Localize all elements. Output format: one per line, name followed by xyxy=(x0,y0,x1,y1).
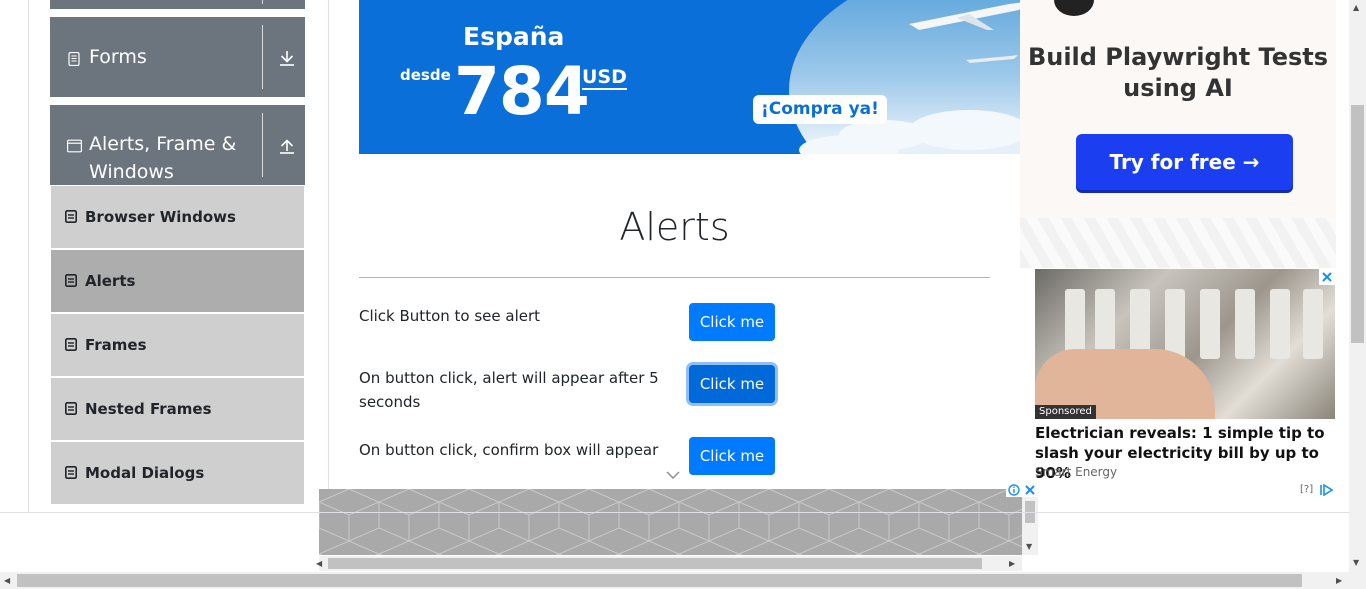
scroll-right-arrow-icon[interactable]: ▶ xyxy=(1336,576,1342,586)
bottom-sticky-ad[interactable] xyxy=(319,489,1022,555)
scroll-thumb[interactable] xyxy=(328,558,982,569)
cloud xyxy=(909,110,1020,150)
sidebar-group-alerts-frame-windows[interactable]: Alerts, Frame & Windows xyxy=(50,105,305,185)
banner-price: 784 xyxy=(454,53,590,130)
sidebar-item-modal-dialogs[interactable]: Modal Dialogs xyxy=(51,442,304,504)
banner-ad[interactable]: España desde 784 USD ¡Compra ya! xyxy=(359,0,1020,154)
right-ad[interactable]: Build Playwright Tests using AI Try for … xyxy=(1020,0,1336,512)
ad-info-link[interactable]: [?] xyxy=(1300,484,1313,495)
sidebar-divider xyxy=(328,0,329,512)
scroll-left-arrow-icon[interactable]: ◀ xyxy=(4,576,10,586)
breaker xyxy=(1235,289,1255,359)
upload-arrow-icon[interactable] xyxy=(278,137,296,155)
group-divider xyxy=(262,113,263,177)
page: Forms Alerts, Frame & Windows Browser Wi… xyxy=(0,0,1366,589)
ad-logo xyxy=(1054,0,1094,16)
group-label: Forms xyxy=(89,46,147,68)
timer-alert-row-text: On button click, alert will appear after… xyxy=(359,369,659,411)
list-icon xyxy=(65,274,77,287)
scroll-up-arrow-icon[interactable]: ▲ xyxy=(1353,3,1359,13)
breaker xyxy=(1165,289,1185,359)
banner-currency: USD xyxy=(582,66,627,90)
scroll-down-arrow-icon[interactable]: ▼ xyxy=(1353,558,1359,568)
breaker xyxy=(1303,289,1323,359)
sidebar-group-previous[interactable] xyxy=(50,0,305,9)
alert-button[interactable]: Click me xyxy=(689,303,775,341)
chevron-down-icon[interactable] xyxy=(666,470,680,480)
sidebar-item-label: Frames xyxy=(85,336,147,354)
window-icon xyxy=(67,139,82,153)
left-border xyxy=(28,0,29,512)
cube-pattern xyxy=(319,489,1022,555)
banner-destination: España xyxy=(463,22,565,51)
list-icon xyxy=(65,402,77,415)
try-for-free-button[interactable]: Try for free → xyxy=(1076,134,1293,190)
info-icon[interactable] xyxy=(1008,484,1020,496)
confirm-button[interactable]: Click me xyxy=(689,437,775,475)
close-icon[interactable] xyxy=(1319,269,1335,285)
scroll-left-arrow-icon[interactable]: ◀ xyxy=(316,559,322,569)
sidebar-item-frames[interactable]: Frames xyxy=(51,314,304,376)
sidebar-group-forms[interactable]: Forms xyxy=(50,17,305,97)
group-divider xyxy=(262,0,263,4)
ad-headline: Build Playwright Tests using AI xyxy=(1027,43,1329,102)
group-label: Alerts, Frame & Windows xyxy=(89,133,237,183)
list-icon xyxy=(65,338,77,351)
scroll-right-arrow-icon[interactable]: ▶ xyxy=(1009,559,1015,569)
scroll-thumb[interactable] xyxy=(17,574,1302,587)
bottom-ad-vertical-scrollbar[interactable]: ▼ xyxy=(1022,497,1038,555)
footer-border xyxy=(0,512,1366,513)
timer-alert-button[interactable]: Click me xyxy=(689,365,775,403)
ad-source: Smart Energy xyxy=(1035,465,1118,479)
sidebar-item-alerts[interactable]: Alerts xyxy=(51,250,304,312)
banner-desde: desde xyxy=(400,66,451,84)
download-arrow-icon[interactable] xyxy=(278,49,296,67)
playwright-ad[interactable]: Build Playwright Tests using AI Try for … xyxy=(1020,0,1336,218)
breaker xyxy=(1270,289,1290,359)
breaker xyxy=(1200,289,1220,359)
ad-pattern xyxy=(1020,218,1336,268)
adchoices-icon[interactable] xyxy=(1319,484,1333,496)
list-icon xyxy=(65,466,77,479)
bottom-ad-controls[interactable] xyxy=(1006,483,1038,497)
electrician-photo[interactable] xyxy=(1035,269,1335,419)
sidebar-item-browser-windows[interactable]: Browser Windows xyxy=(51,186,304,248)
sidebar-item-nested-frames[interactable]: Nested Frames xyxy=(51,378,304,440)
scroll-down-arrow-icon[interactable]: ▼ xyxy=(1026,542,1032,552)
document-icon xyxy=(68,52,80,66)
sidebar-item-label: Nested Frames xyxy=(85,400,212,418)
confirm-row-text: On button click, confirm box will appear xyxy=(359,441,659,459)
close-icon[interactable] xyxy=(1024,484,1036,496)
airplane-icon xyxy=(909,2,1020,30)
sponsored-badge: Sponsored xyxy=(1035,405,1096,419)
airplane-icon xyxy=(966,55,1018,63)
sidebar-item-label: Browser Windows xyxy=(85,208,236,226)
sidebar-item-label: Modal Dialogs xyxy=(85,464,205,482)
banner-cta-button[interactable]: ¡Compra ya! xyxy=(753,95,887,124)
sidebar-item-label: Alerts xyxy=(85,272,136,290)
page-title: Alerts xyxy=(619,205,730,249)
list-icon xyxy=(65,210,77,223)
title-divider xyxy=(359,277,990,278)
group-divider xyxy=(262,25,263,89)
alert-row-text: Click Button to see alert xyxy=(359,307,541,325)
scroll-thumb[interactable] xyxy=(1351,105,1364,343)
